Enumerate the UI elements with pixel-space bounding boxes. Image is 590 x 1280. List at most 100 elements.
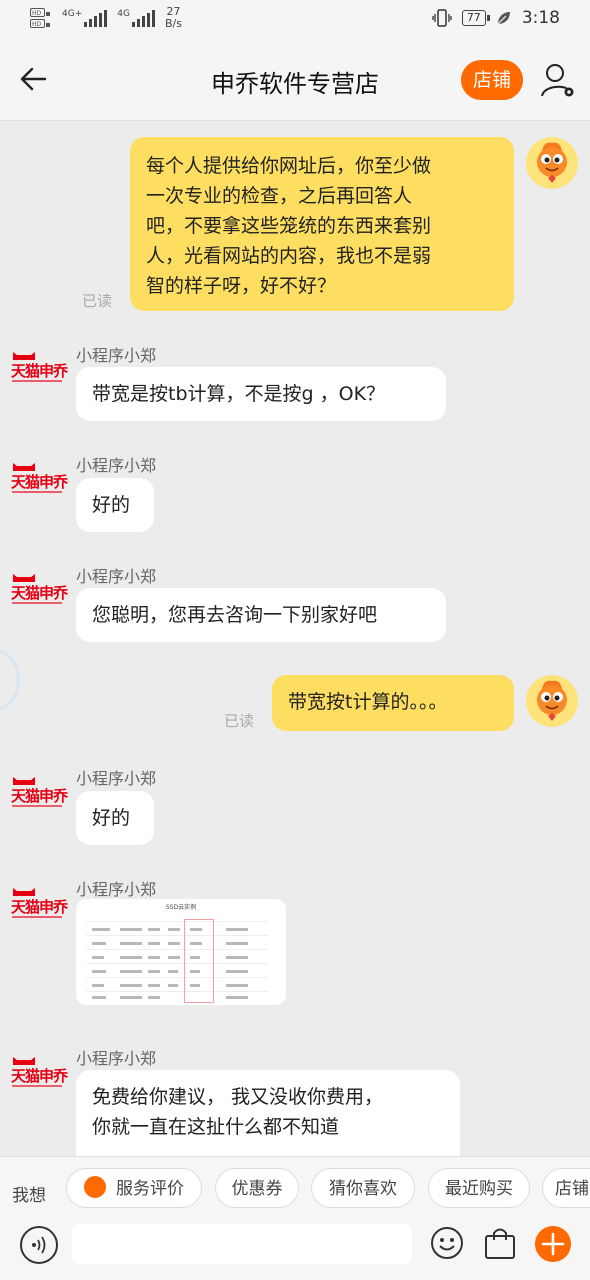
message-line: 每个人提供给你网址后，你至少做 bbox=[146, 155, 432, 177]
message-line: 一次专业的检查，之后再回答人 bbox=[146, 185, 413, 207]
store-avatar[interactable]: 天猫申乔 bbox=[10, 461, 68, 501]
sender-name: 小程序小郑 bbox=[76, 567, 157, 586]
chip-label: 优惠券 bbox=[231, 1179, 283, 1199]
image-table-row bbox=[86, 921, 268, 922]
message-bubble: 带宽是按tb计算，不是按g ，OK？ bbox=[76, 367, 446, 421]
sender-name: 小程序小郑 bbox=[76, 1049, 157, 1068]
message-bubble: 您聪明，您再去咨询一下别家好吧 bbox=[76, 588, 446, 642]
store-logo-text: 天猫申乔 bbox=[11, 584, 68, 602]
image-table-cell bbox=[226, 970, 248, 973]
svg-text:HD: HD bbox=[32, 21, 42, 28]
logo-underline bbox=[12, 491, 62, 493]
tmall-cat-icon bbox=[13, 1057, 35, 1065]
chat-header: 申乔软件专营店 店铺 bbox=[0, 40, 590, 121]
message-bubble: 免费给你建议， 我又没收你费用， 你就一直在这扯什么都不知道 bbox=[76, 1070, 460, 1156]
tmall-cat-icon bbox=[13, 888, 35, 896]
image-table-cell bbox=[148, 984, 160, 987]
store-logo-text: 天猫申乔 bbox=[11, 362, 68, 380]
store-avatar[interactable]: 天猫申乔 bbox=[10, 572, 68, 612]
image-table-cell bbox=[168, 970, 178, 973]
image-table-cell bbox=[148, 970, 160, 973]
tmall-cat-icon bbox=[13, 463, 35, 471]
input-bar bbox=[0, 1224, 590, 1280]
tmall-logo: 天猫申乔 bbox=[10, 886, 68, 926]
tmall-cat-icon bbox=[13, 574, 35, 582]
tmall-logo: 天猫申乔 bbox=[10, 775, 68, 815]
tmall-logo: 天猫申乔 bbox=[10, 350, 68, 390]
store-avatar[interactable]: 天猫申乔 bbox=[10, 886, 68, 926]
image-table-cell bbox=[168, 956, 180, 959]
image-table-cell bbox=[168, 928, 180, 931]
self-message-bubble: 带宽按t计算的。。。 bbox=[272, 675, 514, 731]
logo-underline bbox=[12, 602, 62, 604]
sender-name: 小程序小郑 bbox=[76, 769, 157, 788]
image-highlight-column bbox=[184, 919, 214, 1003]
image-table-cell bbox=[148, 996, 160, 999]
svg-text:HD: HD bbox=[32, 10, 42, 17]
chip-label: 最近购买 bbox=[445, 1179, 513, 1199]
image-message[interactable]: SSD云实例 bbox=[76, 899, 286, 1005]
image-table-row bbox=[86, 949, 268, 950]
store-logo-text: 天猫申乔 bbox=[11, 473, 68, 491]
user-avatar[interactable] bbox=[526, 137, 578, 189]
image-table-cell bbox=[92, 928, 110, 931]
image-table-cell bbox=[168, 942, 180, 945]
chip-store[interactable]: 店铺 bbox=[542, 1168, 590, 1208]
user-avatar[interactable] bbox=[526, 675, 578, 727]
image-table-row bbox=[86, 935, 268, 936]
image-table-cell bbox=[92, 970, 106, 973]
chip-label: 店铺 bbox=[555, 1179, 589, 1199]
image-table-cell bbox=[226, 984, 248, 987]
chip-recommend[interactable]: 猜你喜欢 bbox=[311, 1168, 415, 1208]
shop-button[interactable]: 店铺 bbox=[461, 60, 523, 100]
plus-icon[interactable] bbox=[535, 1226, 571, 1262]
chip-label: 猜你喜欢 bbox=[329, 1179, 397, 1199]
chip-coupon[interactable]: 优惠券 bbox=[215, 1168, 299, 1208]
store-avatar[interactable]: 天猫申乔 bbox=[10, 1055, 68, 1095]
image-table-cell bbox=[120, 928, 142, 931]
message-input[interactable] bbox=[72, 1224, 412, 1264]
image-table-cell bbox=[226, 942, 248, 945]
image-table-cell bbox=[120, 996, 142, 999]
image-table-cell bbox=[120, 984, 142, 987]
sender-name: 小程序小郑 bbox=[76, 880, 157, 899]
message-line: 吧，不要拿这些笼统的东西来套别 bbox=[146, 215, 432, 237]
hd-icon: HD bbox=[30, 19, 50, 28]
shopping-bag-icon[interactable] bbox=[484, 1226, 516, 1260]
service-review-icon bbox=[84, 1176, 106, 1198]
chip-recent-purchase[interactable]: 最近购买 bbox=[428, 1168, 530, 1208]
chip-service-review[interactable]: 服务评价 bbox=[66, 1168, 202, 1208]
voice-icon[interactable] bbox=[20, 1226, 58, 1264]
store-avatar[interactable]: 天猫申乔 bbox=[10, 775, 68, 815]
store-avatar[interactable]: 天猫申乔 bbox=[10, 350, 68, 390]
sim-icons: HD HD bbox=[30, 8, 52, 28]
user-settings-icon[interactable] bbox=[540, 62, 576, 98]
image-table-cell bbox=[120, 956, 142, 959]
message-line: 你就一直在这扯什么都不知道 bbox=[92, 1116, 340, 1138]
message-bubble: 好的 bbox=[76, 791, 154, 845]
tmall-logo: 天猫申乔 bbox=[10, 572, 68, 612]
image-table-cell bbox=[92, 942, 106, 945]
image-table-cell bbox=[120, 970, 142, 973]
leaf-icon bbox=[497, 12, 510, 25]
message-line: 人，光看网站的内容，我也不是弱 bbox=[146, 245, 432, 267]
clock: 3:18 bbox=[521, 8, 560, 28]
emoji-icon[interactable] bbox=[430, 1226, 464, 1260]
chip-label: 服务评价 bbox=[116, 1179, 184, 1199]
image-table-cell bbox=[92, 984, 104, 987]
store-logo-text: 天猫申乔 bbox=[11, 1067, 68, 1085]
tmall-logo: 天猫申乔 bbox=[10, 461, 68, 501]
image-table-row bbox=[86, 977, 268, 978]
quick-actions-bar: 我想 服务评价 优惠券 猜你喜欢 最近购买 店铺 bbox=[0, 1156, 590, 1225]
image-table-row bbox=[86, 963, 268, 964]
message-bubble: 好的 bbox=[76, 478, 154, 532]
image-table-cell bbox=[148, 956, 160, 959]
network-speed: 27 B/s bbox=[164, 5, 182, 30]
store-logo-text: 天猫申乔 bbox=[11, 898, 68, 916]
signal-icon: 4G+ bbox=[62, 9, 108, 27]
signal-icon: 4G bbox=[117, 9, 155, 27]
hd-icon: HD bbox=[30, 8, 50, 17]
read-receipt: 已读 bbox=[82, 292, 113, 310]
image-table-cell bbox=[226, 956, 248, 959]
message-line: 免费给你建议， 我又没收你费用， bbox=[92, 1086, 384, 1108]
